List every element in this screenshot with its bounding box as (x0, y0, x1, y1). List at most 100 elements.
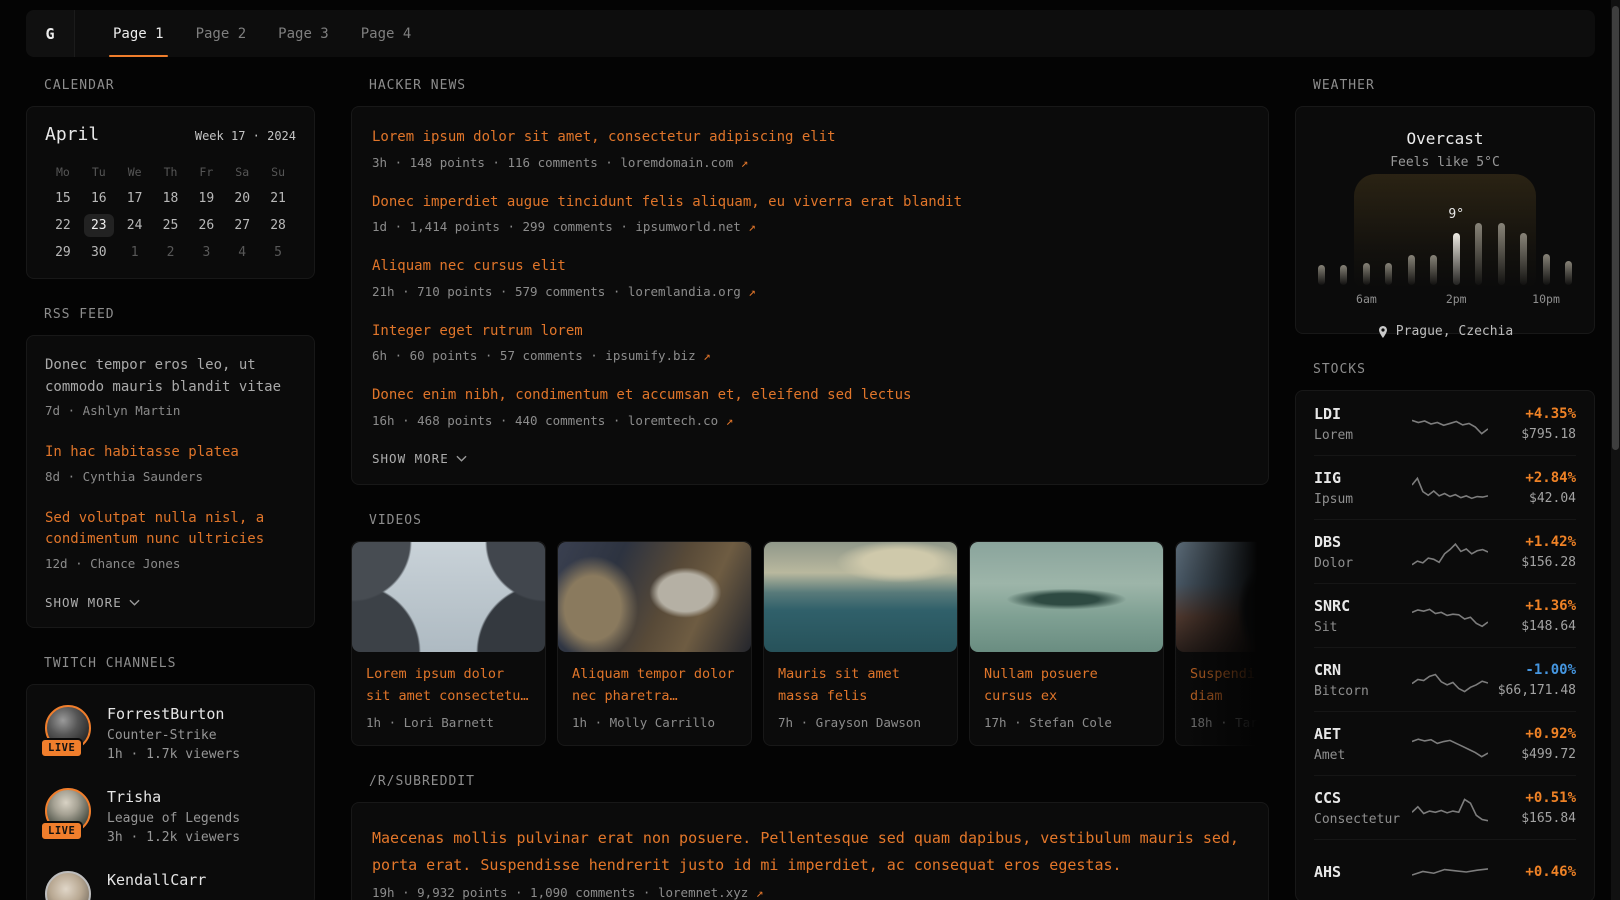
twitch-channel-row[interactable]: LIVETrishaLeague of Legends3h · 1.2k vie… (45, 788, 296, 845)
calendar-day-cell[interactable]: 23 (81, 214, 117, 237)
calendar-day-cell[interactable]: 21 (260, 187, 296, 210)
stock-row[interactable]: CRNBitcorn-1.00%$66,171.48 (1314, 647, 1576, 711)
stock-name: Consectetur (1314, 812, 1410, 827)
weather-hour-labels: 6am2pm10pm (1318, 292, 1572, 307)
calendar-day-cell[interactable]: 27 (224, 214, 260, 237)
video-meta: 1h · Lori Barnett (366, 715, 531, 730)
stock-change: +4.35% (1490, 406, 1576, 422)
calendar-day-cell[interactable]: 22 (45, 214, 81, 237)
stock-symbol: IIG (1314, 469, 1410, 487)
stock-row[interactable]: AETAmet+0.92%$499.72 (1314, 711, 1576, 775)
live-badge: LIVE (40, 821, 83, 841)
calendar-day-cell[interactable]: 28 (260, 214, 296, 237)
stock-name: Amet (1314, 748, 1410, 763)
hackernews-show-more-button[interactable]: SHOW MORE (372, 451, 1248, 466)
twitch-channel-info: KendallCarr (107, 871, 206, 900)
twitch-channel-game: League of Legends (107, 811, 240, 826)
calendar-day-cell[interactable]: 17 (117, 187, 153, 210)
video-title[interactable]: Lorem ipsum dolorsit amet consectetu… (366, 663, 531, 708)
hackernews-item-title[interactable]: Aliquam nec cursus elit (372, 257, 1248, 277)
video-card[interactable]: Mauris sit ametmassa felis7h · Grayson D… (763, 541, 958, 746)
weather-widget: Overcast Feels like 5°C 9° 6am2pm10pm Pr… (1295, 106, 1595, 334)
video-title-line: massa felis (778, 685, 943, 707)
calendar-weekday: Fr (188, 161, 224, 187)
page-scrollbar[interactable] (1611, 0, 1620, 900)
calendar-day: 5 (267, 241, 289, 264)
calendar-day-cell[interactable]: 19 (188, 187, 224, 210)
stock-row[interactable]: LDILorem+4.35%$795.18 (1314, 391, 1576, 455)
twitch-channel-row[interactable]: LIVEForrestBurtonCounter-Strike1h · 1.7k… (45, 705, 296, 762)
stock-sparkline (1410, 854, 1490, 890)
video-title[interactable]: Suspendissediam (1190, 663, 1269, 708)
stock-row[interactable]: SNRCSit+1.36%$148.64 (1314, 583, 1576, 647)
stock-identity: CCS Consectetur (1314, 789, 1410, 827)
stock-identity: AHS (1314, 863, 1410, 881)
hackernews-item-title[interactable]: Integer eget rutrum lorem (372, 322, 1248, 342)
external-link-icon: ↗ (748, 284, 756, 299)
calendar-day-cell[interactable]: 20 (224, 187, 260, 210)
calendar-day-cell[interactable]: 24 (117, 214, 153, 237)
video-card[interactable]: Suspendissediam18h · Tara (1175, 541, 1269, 746)
calendar-day-cell[interactable]: 1 (117, 241, 153, 264)
tab-page-3[interactable]: Page 3 (262, 10, 345, 57)
video-title[interactable]: Aliquam tempor dolornec pharetra… (572, 663, 737, 708)
weather-hour-bar (1340, 265, 1347, 285)
calendar-week-year-label: Week 17 · 2024 (195, 129, 296, 143)
video-title[interactable]: Nullam posuerecursus ex (984, 663, 1149, 708)
rss-show-more-label: SHOW MORE (45, 595, 122, 610)
calendar-day-cell[interactable]: 16 (81, 187, 117, 210)
video-title-line: Lorem ipsum dolor (366, 663, 531, 685)
calendar-day-cell[interactable]: 5 (260, 241, 296, 264)
video-card-body: Nullam posuerecursus ex17h · Stefan Cole (970, 652, 1163, 741)
calendar-day: 18 (156, 187, 186, 210)
rss-show-more-button[interactable]: SHOW MORE (45, 595, 296, 610)
video-card-body: Aliquam tempor dolornec pharetra…1h · Mo… (558, 652, 751, 741)
calendar-day: 20 (227, 187, 257, 210)
stock-row[interactable]: AHS+0.46% (1314, 839, 1576, 900)
weather-hour-bar (1363, 263, 1370, 285)
stock-identity: DBSDolor (1314, 533, 1410, 571)
tab-page-4[interactable]: Page 4 (345, 10, 428, 57)
twitch-channel-name[interactable]: KendallCarr (107, 871, 206, 889)
calendar-day-cell[interactable]: 18 (153, 187, 189, 210)
rss-item-title[interactable]: Donec tempor eros leo, ut commodo mauris… (45, 355, 296, 398)
twitch-channel-name[interactable]: Trisha (107, 788, 240, 806)
stock-row[interactable]: DBSDolor+1.42%$156.28 (1314, 519, 1576, 583)
calendar-weekday: Tu (81, 161, 117, 187)
twitch-channel-meta: 1h · 1.7k viewers (107, 747, 240, 762)
calendar-day-cell[interactable]: 15 (45, 187, 81, 210)
video-card[interactable]: Nullam posuerecursus ex17h · Stefan Cole (969, 541, 1164, 746)
stock-symbol: CCS (1314, 789, 1410, 807)
hackernews-item-title[interactable]: Donec enim nibh, condimentum et accumsan… (372, 386, 1248, 406)
calendar-day-cell[interactable]: 2 (153, 241, 189, 264)
twitch-channel-row[interactable]: KendallCarr (45, 871, 296, 900)
scrollbar-thumb[interactable] (1612, 6, 1619, 450)
stock-row[interactable]: CCSConsectetur+0.51%$165.84 (1314, 775, 1576, 839)
video-title[interactable]: Mauris sit ametmassa felis (778, 663, 943, 708)
video-card[interactable]: Aliquam tempor dolornec pharetra…1h · Mo… (557, 541, 752, 746)
calendar-day: 26 (192, 214, 222, 237)
tab-page-2[interactable]: Page 2 (180, 10, 263, 57)
hackernews-item-title[interactable]: Donec imperdiet augue tincidunt felis al… (372, 193, 1248, 213)
calendar-day-cell[interactable]: 4 (224, 241, 260, 264)
calendar-day-cell[interactable]: 29 (45, 241, 81, 264)
weather-location-label: Prague, Czechia (1396, 324, 1513, 339)
calendar-day-cell[interactable]: 26 (188, 214, 224, 237)
subreddit-section-label: /R/SUBREDDIT (369, 774, 1269, 789)
rss-item-title[interactable]: Sed volutpat nulla nisl, a condimentum n… (45, 508, 296, 551)
rss-item-title[interactable]: In hac habitasse platea (45, 442, 296, 464)
hackernews-item-meta: 1d · 1,414 points · 299 comments · ipsum… (372, 219, 1248, 234)
topbar-tabs: Page 1Page 2Page 3Page 4 (75, 10, 427, 57)
calendar-weekday: Th (153, 161, 189, 187)
twitch-channel-name[interactable]: ForrestBurton (107, 705, 240, 723)
subreddit-post-title[interactable]: Maecenas mollis pulvinar erat non posuer… (372, 825, 1248, 879)
stock-row[interactable]: IIGIpsum+2.84%$42.04 (1314, 455, 1576, 519)
hackernews-item-title[interactable]: Lorem ipsum dolor sit amet, consectetur … (372, 128, 1248, 148)
calendar-day-cell[interactable]: 3 (188, 241, 224, 264)
app-logo[interactable]: G (26, 10, 75, 57)
video-card[interactable]: Lorem ipsum dolorsit amet consectetu… 1h … (351, 541, 546, 746)
calendar-day-cell[interactable]: 30 (81, 241, 117, 264)
calendar-day-cell[interactable]: 25 (153, 214, 189, 237)
main-column: HACKER NEWS Lorem ipsum dolor sit amet, … (351, 70, 1269, 900)
tab-page-1[interactable]: Page 1 (97, 10, 180, 57)
